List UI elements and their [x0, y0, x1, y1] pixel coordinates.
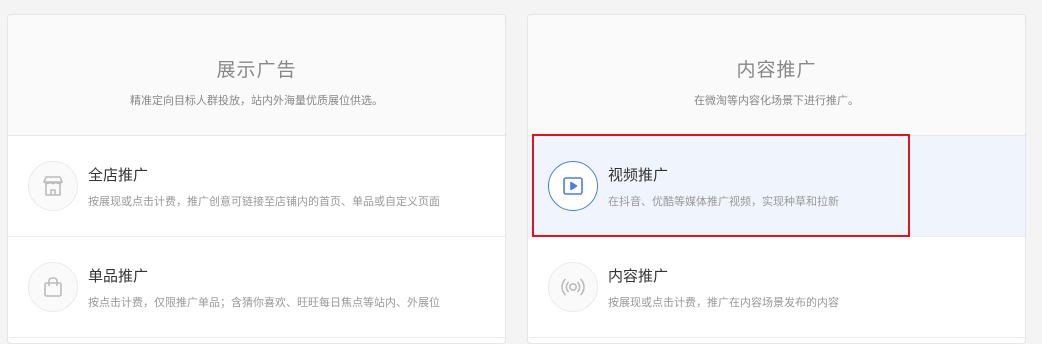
content-promo-item-title: 内容推广	[608, 267, 669, 285]
broadcast-icon	[548, 262, 598, 312]
item-promo-desc: 按点击计费，仅限推广单品；含猜你喜欢、旺旺每日焦点等站内、外展位	[88, 296, 440, 309]
content-promo-card: 内容推广 在微淘等内容化场景下进行推广。 视频推广 在抖音、优酷等媒体推广视频，…	[527, 14, 1026, 344]
store-promo-desc: 按展现或点击计费，推广创意可链接至店铺内的首页、单品或自定义页面	[88, 195, 440, 208]
store-icon	[28, 161, 78, 211]
video-promo-desc: 在抖音、优酷等媒体推广视频，实现种草和拉新	[608, 195, 839, 208]
content-promo-header: 内容推广 在微淘等内容化场景下进行推广。	[528, 15, 1025, 136]
display-ads-card: 展示广告 精准定向目标人群投放，站内外海量优质展位供选。 全店推广 按展现或点击…	[7, 14, 506, 344]
store-promo-title: 全店推广	[88, 166, 149, 184]
item-promo-title: 单品推广	[88, 267, 149, 285]
video-play-icon	[548, 161, 598, 211]
content-promo-title: 内容推广	[736, 59, 817, 81]
option-store-promo[interactable]: 全店推广 按展现或点击计费，推广创意可链接至店铺内的首页、单品或自定义页面	[8, 136, 505, 237]
option-video-promo[interactable]: 视频推广 在抖音、优酷等媒体推广视频，实现种草和拉新	[528, 134, 1025, 237]
display-ads-title: 展示广告	[216, 59, 297, 81]
display-ads-subtitle: 精准定向目标人群投放，站内外海量优质展位供选。	[130, 94, 383, 107]
option-item-promo[interactable]: 单品推广 按点击计费，仅限推广单品；含猜你喜欢、旺旺每日焦点等站内、外展位	[8, 237, 505, 338]
content-promo-subtitle: 在微淘等内容化场景下进行推广。	[694, 94, 859, 107]
content-promo-item-desc: 按展现或点击计费，推广在内容场景发布的内容	[608, 296, 839, 309]
shopping-bag-icon	[28, 262, 78, 312]
display-ads-header: 展示广告 精准定向目标人群投放，站内外海量优质展位供选。	[8, 15, 505, 136]
option-content-promo[interactable]: 内容推广 按展现或点击计费，推广在内容场景发布的内容	[528, 237, 1025, 338]
video-promo-title: 视频推广	[608, 166, 669, 184]
